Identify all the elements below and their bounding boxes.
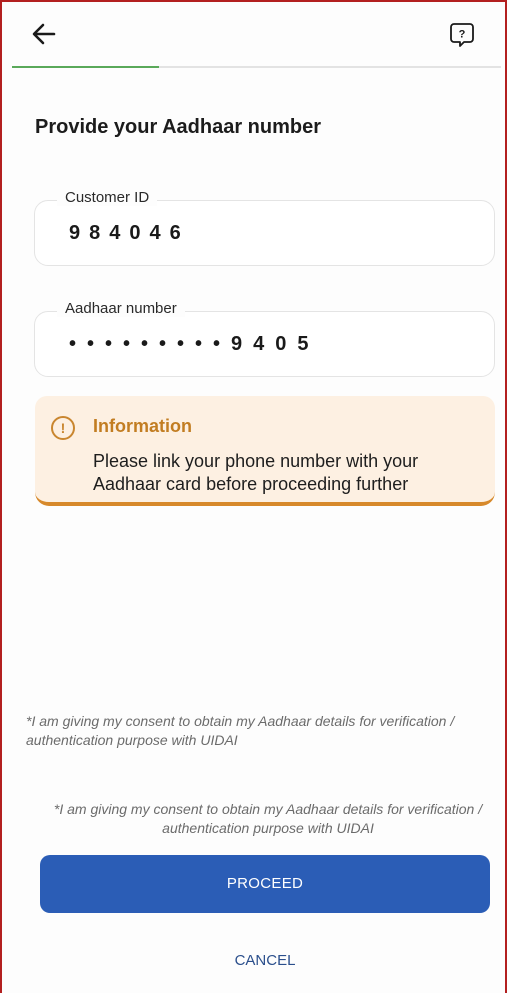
consent-text-secondary: *I am giving my consent to obtain my Aad… <box>53 801 483 836</box>
back-button[interactable] <box>28 18 60 50</box>
aadhaar-number-label: Aadhaar number <box>57 300 185 317</box>
svg-text:?: ? <box>459 29 466 41</box>
help-button[interactable]: ? <box>449 22 475 48</box>
step-progress-bar <box>12 66 501 68</box>
information-text: Please link your phone number with your … <box>93 451 419 494</box>
top-bar: ? <box>2 2 505 68</box>
customer-id-value: 984046 <box>69 222 190 244</box>
arrow-left-icon <box>32 23 56 45</box>
consent-text: *I am giving my consent to obtain my Aad… <box>26 713 455 748</box>
cancel-button[interactable]: CANCEL <box>40 952 490 969</box>
step-progress-fill <box>12 66 159 68</box>
app-screen: ? Provide your Aadhaar number Customer I… <box>0 0 507 993</box>
aadhaar-number-value: •••••••••9405 <box>69 333 320 355</box>
aadhaar-number-field[interactable]: Aadhaar number •••••••••9405 <box>34 300 495 377</box>
customer-id-label: Customer ID <box>57 189 158 206</box>
page-title: Provide your Aadhaar number <box>35 116 321 138</box>
exclamation-circle-icon: ! <box>51 416 75 440</box>
customer-id-field[interactable]: Customer ID 984046 <box>34 189 495 266</box>
proceed-button[interactable]: PROCEED <box>40 855 490 913</box>
information-title: Information <box>93 416 192 436</box>
help-bubble-icon: ? <box>450 23 474 47</box>
information-banner: ! Information Please link your phone num… <box>35 396 495 506</box>
